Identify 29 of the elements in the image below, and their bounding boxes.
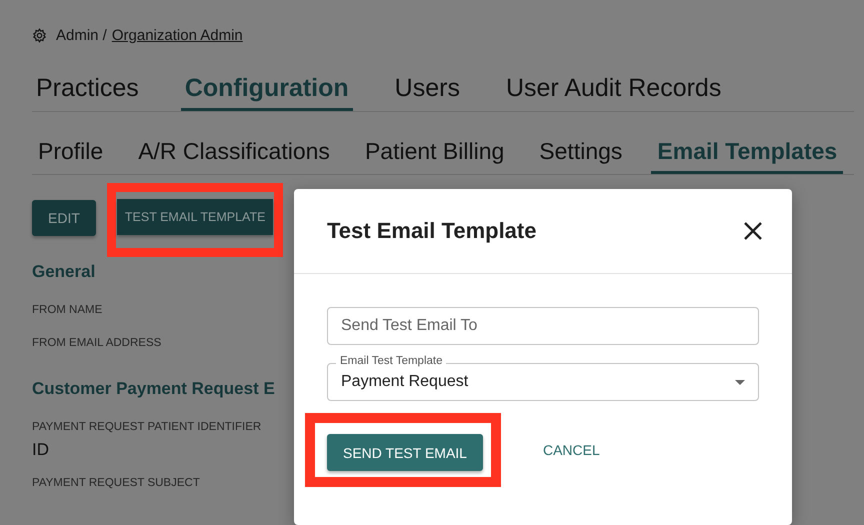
tab[interactable]: User Audit Records [502, 68, 726, 111]
field-label: PAYMENT REQUEST PATIENT IDENTIFIER [32, 421, 262, 435]
send-button[interactable]: SEND TEST EMAIL [327, 434, 483, 471]
tab[interactable]: Profile [32, 132, 110, 174]
select-value: Payment Request [341, 373, 468, 391]
settings-icon [32, 28, 47, 42]
breadcrumb-text: Admin / [56, 26, 107, 44]
dropdown-arrow-icon [735, 380, 745, 384]
tab[interactable]: Email Templates [651, 132, 844, 174]
section-heading: General [32, 262, 96, 283]
action-button[interactable]: EDIT [32, 200, 96, 236]
field-label: PAYMENT REQUEST SUBJECT [32, 477, 201, 491]
field-label: FROM NAME [32, 304, 104, 318]
field-label: FROM EMAIL ADDRESS [32, 337, 162, 351]
select-label: Email Test Template [336, 355, 446, 367]
dialog-title: Test Email Template [327, 218, 536, 244]
action-button[interactable]: TEST EMAIL TEMPLATE [116, 199, 274, 235]
field-value: ID [32, 440, 50, 460]
tab[interactable]: Users [390, 68, 464, 111]
tab[interactable]: A/R Classifications [132, 132, 336, 174]
cancel-button[interactable]: CANCEL [542, 436, 600, 464]
tab[interactable]: Configuration [180, 68, 353, 111]
email-input-field[interactable]: Send Test Email To [327, 307, 759, 345]
close-icon[interactable] [744, 222, 762, 240]
tab[interactable]: Patient Billing [358, 132, 510, 174]
tab[interactable]: Practices [32, 68, 143, 111]
tab[interactable]: Settings [533, 132, 628, 174]
breadcrumb-link[interactable]: Organization Admin [112, 26, 243, 44]
section-heading: Customer Payment Request E [32, 379, 275, 400]
